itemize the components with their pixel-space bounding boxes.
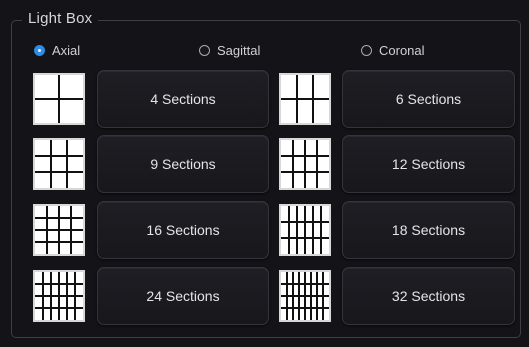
18-sections-button[interactable]: 18 Sections [342, 201, 515, 259]
panel-title: Light Box [22, 10, 99, 28]
24-sections-button[interactable]: 24 Sections [97, 267, 269, 325]
grid-16-sections-icon[interactable] [33, 204, 85, 256]
grid-18-sections-icon[interactable] [279, 204, 331, 256]
grid-lines [35, 272, 83, 320]
4-sections-button[interactable]: 4 Sections [97, 70, 269, 128]
grid-4-sections-icon[interactable] [33, 73, 85, 125]
light-box-panel: Light Box Axial Sagittal Coronal 4 Secti… [0, 0, 529, 347]
grid-lines [35, 75, 83, 123]
radio-coronal-label: Coronal [379, 42, 425, 58]
grid-12-sections-icon[interactable] [279, 138, 331, 190]
radio-sagittal-label: Sagittal [217, 42, 261, 58]
radio-selected-icon [34, 44, 45, 56]
32-sections-button[interactable]: 32 Sections [342, 267, 515, 325]
grid-lines [281, 272, 329, 320]
radio-axial-label: Axial [52, 42, 81, 58]
grid-lines [281, 140, 329, 188]
6-sections-button[interactable]: 6 Sections [342, 70, 515, 128]
grid-6-sections-icon[interactable] [279, 73, 331, 125]
grid-24-sections-icon[interactable] [33, 270, 85, 322]
radio-sagittal[interactable]: Sagittal [199, 42, 260, 58]
radio-axial[interactable]: Axial [34, 42, 80, 58]
grid-9-sections-icon[interactable] [33, 138, 85, 190]
grid-32-sections-icon[interactable] [279, 270, 331, 322]
radio-coronal[interactable]: Coronal [361, 42, 425, 58]
12-sections-button[interactable]: 12 Sections [342, 135, 515, 193]
grid-lines [281, 206, 329, 254]
16-sections-button[interactable]: 16 Sections [97, 201, 269, 259]
grid-lines [35, 206, 83, 254]
radio-unselected-icon [361, 44, 372, 56]
grid-lines [35, 140, 83, 188]
9-sections-button[interactable]: 9 Sections [97, 135, 269, 193]
radio-unselected-icon [199, 44, 210, 56]
grid-lines [281, 75, 329, 123]
